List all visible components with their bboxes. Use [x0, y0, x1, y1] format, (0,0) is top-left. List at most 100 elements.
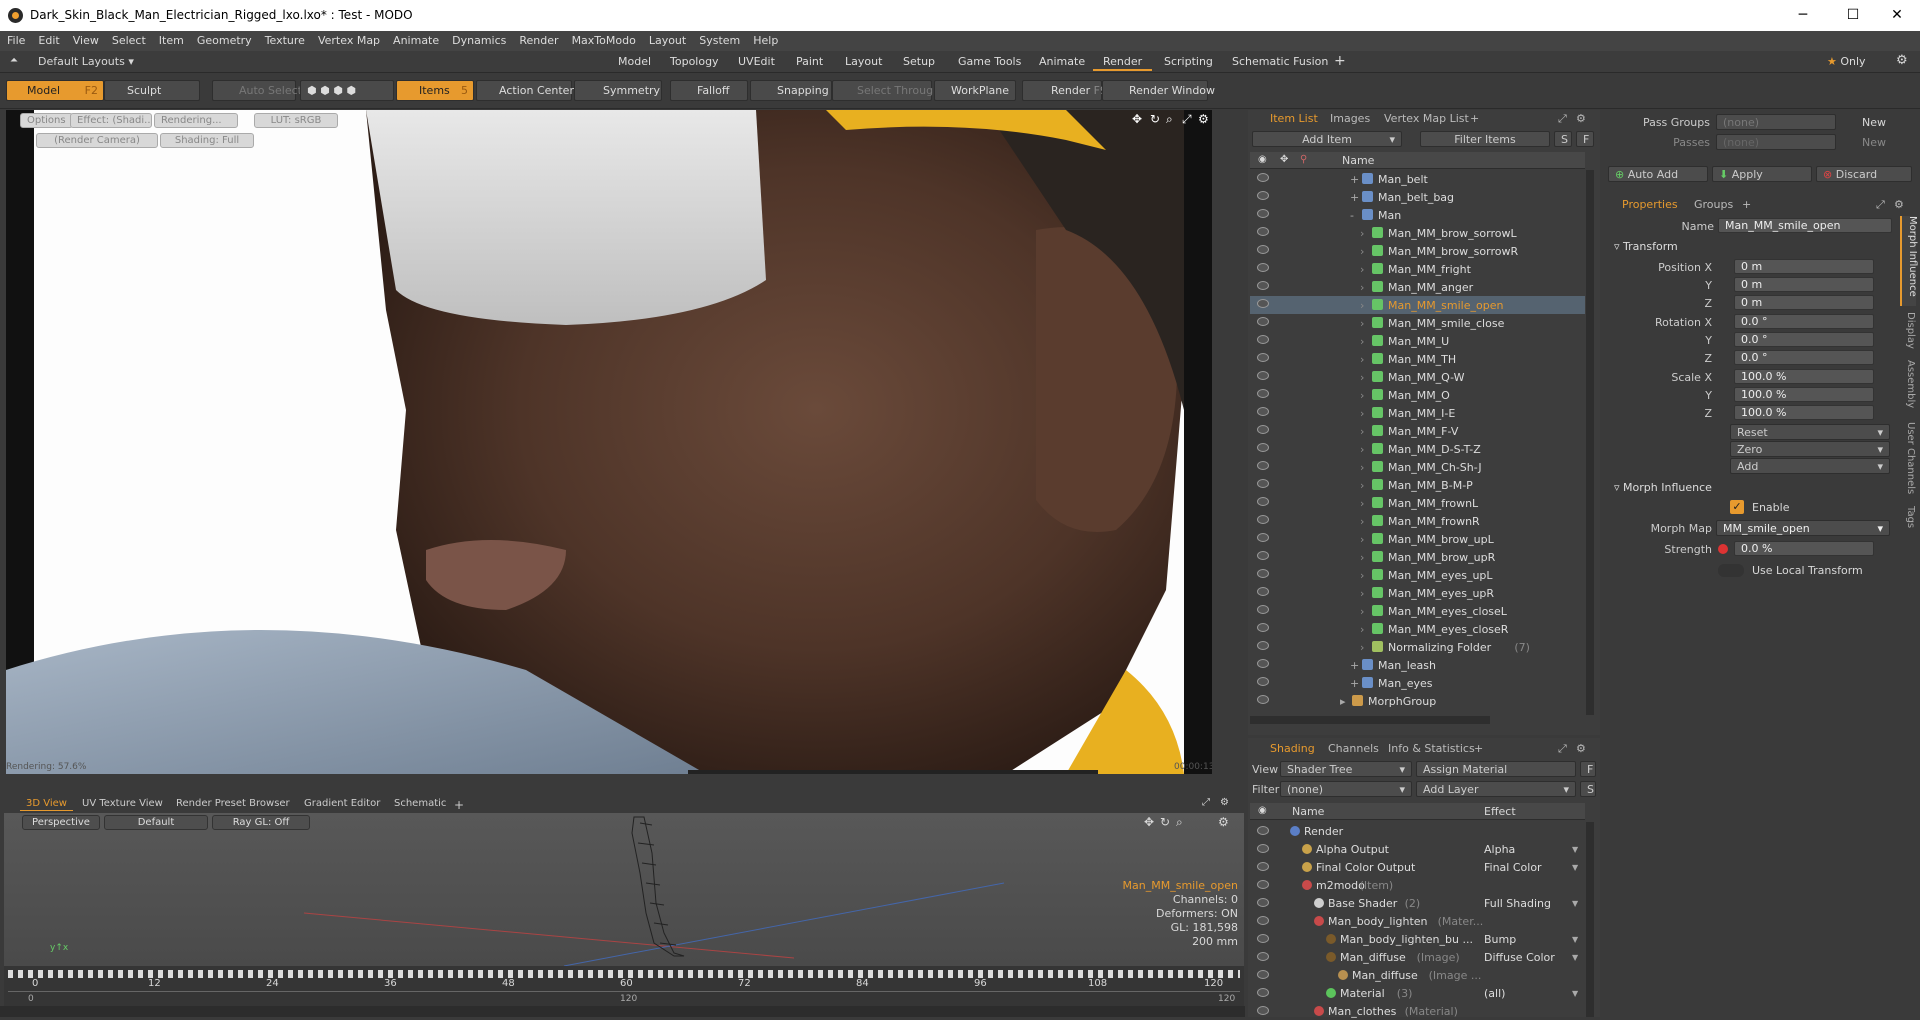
visibility-eye-icon[interactable]: [1257, 605, 1269, 614]
effect-dropdown[interactable]: Effect: (Shadi...: [70, 113, 152, 128]
rendering-dropdown[interactable]: Rendering...: [154, 113, 238, 128]
morph-map-dropdown[interactable]: MM_smile_open ▾: [1716, 520, 1890, 536]
add-dropdown[interactable]: Add ▾: [1730, 458, 1890, 474]
visibility-eye-icon[interactable]: [1257, 317, 1269, 326]
rotation-z-field[interactable]: 0.0 °: [1734, 350, 1874, 365]
vertex-mode-icon[interactable]: ⬢: [307, 84, 317, 97]
tab-info-statistics[interactable]: Info & Statistics: [1388, 742, 1475, 755]
pass-groups-dropdown[interactable]: (none): [1716, 114, 1836, 130]
visibility-eye-icon[interactable]: [1257, 461, 1269, 470]
shader-visibility-eye-icon[interactable]: [1257, 1006, 1269, 1015]
perspective-dropdown[interactable]: Perspective: [22, 815, 100, 830]
tab-schematic-fusion[interactable]: Schematic Fusion: [1222, 53, 1338, 71]
item-row[interactable]: ▸ MorphGroup: [1250, 692, 1585, 710]
shader-row[interactable]: Render: [1250, 822, 1585, 840]
visibility-eye-icon[interactable]: [1257, 173, 1269, 182]
item-row[interactable]: › Man_MM_Ch-Sh-J: [1250, 458, 1585, 476]
fit-icon[interactable]: ⤢: [1182, 112, 1192, 127]
visibility-eye-icon[interactable]: [1257, 515, 1269, 524]
3d-pan-icon[interactable]: ✥: [1144, 815, 1154, 829]
visibility-eye-icon[interactable]: [1257, 587, 1269, 596]
strength-key-icon[interactable]: [1718, 544, 1728, 554]
item-row[interactable]: › Man_MM_brow_sorrowL: [1250, 224, 1585, 242]
viewport-gear-icon[interactable]: ⚙: [1198, 112, 1209, 126]
effect-dropdown-arrow-icon[interactable]: ▼: [1572, 953, 1578, 962]
menu-view[interactable]: View: [66, 31, 105, 47]
render-window-button[interactable]: Render Window: [1102, 80, 1215, 101]
menu-dynamics[interactable]: Dynamics: [445, 31, 512, 47]
shader-row[interactable]: Man_diffuse (Image) Diffuse Color ▼: [1250, 948, 1585, 966]
menu-system[interactable]: System: [692, 31, 746, 47]
item-row[interactable]: › Man_MM_brow_upL: [1250, 530, 1585, 548]
lut-dropdown[interactable]: LUT: sRGB: [254, 113, 338, 128]
shader-effect-value[interactable]: Bump: [1484, 933, 1516, 946]
menu-texture[interactable]: Texture: [258, 31, 311, 47]
shader-row[interactable]: Base Shader (2) Full Shading ▼: [1250, 894, 1585, 912]
material-mode-icon[interactable]: ⬢: [346, 84, 356, 97]
action-center-button[interactable]: Action Center: [476, 80, 574, 101]
3d-gear-icon[interactable]: ⚙: [1218, 815, 1229, 829]
item-row[interactable]: › Man_MM_D-S-T-Z: [1250, 440, 1585, 458]
tab-uvedit[interactable]: UVEdit: [728, 53, 785, 71]
workplane-button[interactable]: WorkPlane: [934, 80, 1016, 101]
shader-effect-value[interactable]: Full Shading: [1484, 897, 1551, 910]
shader-tree-scrollbar[interactable]: [1586, 822, 1594, 1017]
shader-row[interactable]: Man_body_lighten_bu ... Bump ▼: [1250, 930, 1585, 948]
visibility-eye-icon[interactable]: [1257, 677, 1269, 686]
visibility-eye-icon[interactable]: [1257, 407, 1269, 416]
item-row[interactable]: + Man_belt: [1250, 170, 1585, 188]
shader-visibility-eye-icon[interactable]: [1257, 988, 1269, 997]
visibility-eye-icon[interactable]: [1257, 479, 1269, 488]
discard-button[interactable]: ⊗ Discard: [1816, 166, 1912, 182]
add-view-tab-icon[interactable]: +: [448, 797, 470, 813]
scale-x-field[interactable]: 100.0 %: [1734, 369, 1874, 384]
3d-rotate-icon[interactable]: ↻: [1160, 815, 1170, 829]
rotate-icon[interactable]: ↻: [1150, 112, 1160, 126]
symmetry-button[interactable]: Symmetry: [574, 80, 662, 101]
expand-toggle-icon[interactable]: -: [1350, 209, 1354, 222]
polygon-mode-icon[interactable]: ⬢: [333, 84, 343, 97]
shader-row[interactable]: m2modo (Item): [1250, 876, 1585, 894]
filter-toggle-icon[interactable]: F: [1576, 131, 1594, 147]
position-x-field[interactable]: 0 m: [1734, 259, 1874, 274]
shader-effect-value[interactable]: Final Color: [1484, 861, 1542, 874]
shader-visibility-eye-icon[interactable]: [1257, 916, 1269, 925]
tab-shading[interactable]: Shading: [1270, 742, 1315, 755]
raygl-dropdown[interactable]: Ray GL: Off: [212, 815, 310, 830]
item-row[interactable]: › Man_MM_eyes_closeL: [1250, 602, 1585, 620]
visibility-eye-icon[interactable]: [1257, 695, 1269, 704]
shader-row[interactable]: Material (3) (all) ▼: [1250, 984, 1585, 1002]
item-row[interactable]: › Man_MM_eyes_upR: [1250, 584, 1585, 602]
visibility-eye-icon[interactable]: [1257, 227, 1269, 236]
filter-items-field[interactable]: Filter Items: [1420, 131, 1550, 147]
render-options-button[interactable]: Options: [20, 113, 73, 128]
tab-item-list[interactable]: Item List: [1270, 112, 1318, 125]
effect-dropdown-arrow-icon[interactable]: ▼: [1572, 863, 1578, 872]
render-button[interactable]: Render F9: [1022, 80, 1107, 101]
item-row[interactable]: › Man_MM_O: [1250, 386, 1585, 404]
visibility-eye-icon[interactable]: [1257, 281, 1269, 290]
visibility-eye-icon[interactable]: [1257, 191, 1269, 200]
tab-game-tools[interactable]: Game Tools: [948, 53, 1031, 71]
menu-item[interactable]: Item: [152, 31, 190, 47]
visibility-eye-icon[interactable]: [1257, 371, 1269, 380]
item-row[interactable]: › Man_MM_U: [1250, 332, 1585, 350]
shader-row[interactable]: Alpha Output Alpha ▼: [1250, 840, 1585, 858]
visibility-eye-icon[interactable]: [1257, 389, 1269, 398]
side-tab-tags[interactable]: Tags: [1900, 506, 1916, 536]
shader-visibility-eye-icon[interactable]: [1257, 934, 1269, 943]
item-row[interactable]: › Man_MM_TH: [1250, 350, 1585, 368]
3d-zoom-icon[interactable]: ⌕: [1176, 815, 1183, 830]
menu-geometry[interactable]: Geometry: [190, 31, 258, 47]
edge-mode-icon[interactable]: ⬢: [320, 84, 330, 97]
camera-dropdown[interactable]: (Render Camera): [36, 133, 158, 148]
shader-name-column[interactable]: Name: [1292, 805, 1324, 818]
shader-visibility-eye-icon[interactable]: [1257, 862, 1269, 871]
minimize-icon[interactable]: ─: [1780, 0, 1826, 31]
item-row[interactable]: › Man_MM_anger: [1250, 278, 1585, 296]
visibility-eye-icon[interactable]: [1257, 425, 1269, 434]
zero-dropdown[interactable]: Zero ▾: [1730, 441, 1890, 457]
item-list-maximize-icon[interactable]: ⤢: [1558, 112, 1567, 126]
rotation-x-field[interactable]: 0.0 °: [1734, 314, 1874, 329]
tab-vertex-map-list[interactable]: Vertex Map List: [1384, 112, 1469, 125]
